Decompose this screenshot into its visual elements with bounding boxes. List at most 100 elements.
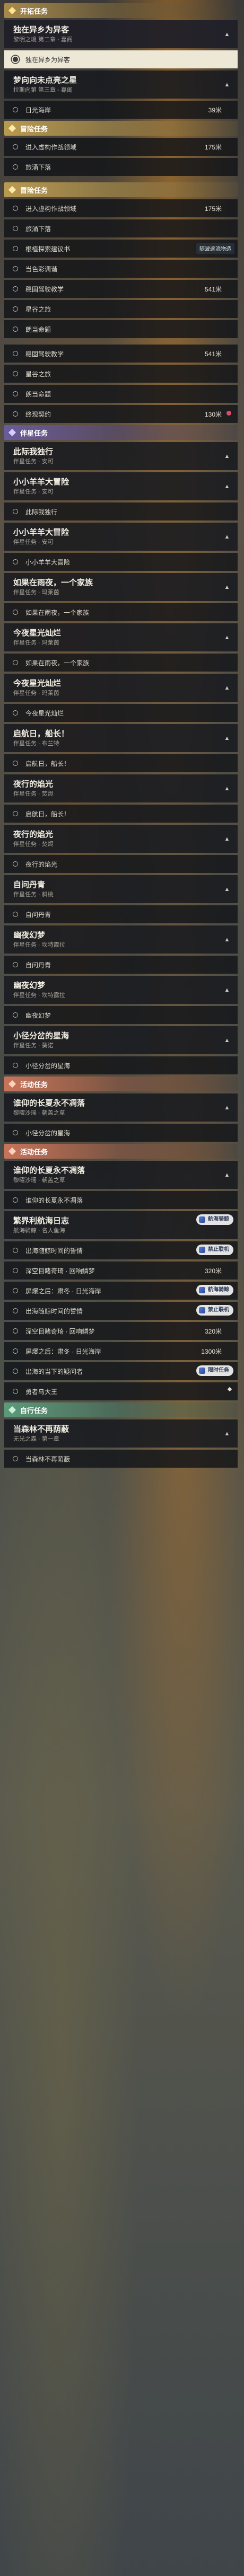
quest-step[interactable]: 幽夜幻梦 xyxy=(4,1006,238,1024)
quest-card[interactable]: 小径分岔的星海 伴星任务 · 葵诺 ▲ xyxy=(4,1026,238,1054)
quest-step[interactable]: 朗当命题 xyxy=(4,320,238,338)
quest-step[interactable]: 旅涌下落 xyxy=(4,158,238,176)
section-title: 冒险任务 xyxy=(20,186,48,195)
quest-step[interactable]: 终现契约 130米 xyxy=(4,405,238,423)
chevron-up-icon[interactable]: ▲ xyxy=(223,986,231,994)
quest-step[interactable]: 稳固驾驶教学 541米 xyxy=(4,345,238,363)
step-label: 出海的当下的疑问者 xyxy=(25,1368,83,1375)
quest-step[interactable]: 小小羊羊大冒险 xyxy=(4,553,238,571)
quest-step[interactable]: 当森林不再荫蔽 xyxy=(4,1450,238,1468)
quest-step[interactable]: 根植探索建议书 随波逐流物造 xyxy=(4,240,238,258)
chevron-up-icon[interactable]: ▲ xyxy=(223,482,231,491)
quest-card[interactable]: 今夜星光灿烂 伴星任务 · 玛莱茵 ▲ xyxy=(4,623,238,651)
quest-card[interactable]: 谁仰的长夏永不凋落 黎曜沙瑶 · 朝盖之草 ▲ xyxy=(4,1093,238,1122)
step-label: 今夜星光灿烂 xyxy=(25,709,64,717)
step-label: 屏爆之后：肃冬 · 日光海岸 xyxy=(25,1287,101,1295)
quest-step[interactable]: 稳固驾驶教学 541米 xyxy=(4,280,238,298)
chevron-up-icon[interactable]: ▲ xyxy=(223,936,231,944)
section-header-sojourn[interactable]: 自行任务 xyxy=(4,1402,238,1417)
quest-subtitle: 伴星任务 · 焚烬 xyxy=(13,791,54,797)
quest-step[interactable]: 独在异乡为异客 xyxy=(4,50,238,68)
quest-step[interactable]: 进入虚构作战领域 175米 xyxy=(4,138,238,156)
quest-step[interactable]: 启航日，船长！ xyxy=(4,754,238,772)
section-header-companion[interactable]: 伴星任务 xyxy=(4,425,238,440)
chevron-up-icon[interactable]: ▲ xyxy=(223,784,231,793)
quest-step[interactable]: 出海的当下的疑问者 限时任务 xyxy=(4,1362,238,1380)
section-header-main[interactable]: 开拓任务 xyxy=(4,3,238,18)
radio-icon xyxy=(13,206,18,211)
quest-step[interactable]: 深空目睹奇琦 · 回响鳞梦 320米 xyxy=(4,1322,238,1340)
quest-card[interactable]: 夜行的焰光 伴星任务 · 焚烬 ▲ xyxy=(4,825,238,853)
quest-step[interactable]: 小径分岔的星海 xyxy=(4,1124,238,1142)
quest-card[interactable]: 梦向向未点亮之星 拉斯向第 第三章 - 嘉阁 ▲ xyxy=(4,70,238,99)
quest-step[interactable]: 启航日，船长！ xyxy=(4,805,238,823)
quest-card[interactable]: 小小羊羊大冒险 伴星任务 · 安可 ▲ xyxy=(4,523,238,551)
chevron-up-icon[interactable]: ▲ xyxy=(223,885,231,894)
quest-card[interactable]: 幽夜幻梦 伴星任务 · 坎特露拉 ▲ xyxy=(4,925,238,954)
section-header-adventure[interactable]: 冒险任务 xyxy=(4,182,238,197)
quest-step[interactable]: 进入虚构作战领域 175米 xyxy=(4,199,238,217)
quest-card[interactable]: 独在异乡为异客 黎明之境 第二章 - 嘉阁 ▲ xyxy=(4,20,238,48)
radio-icon xyxy=(13,1308,18,1313)
chevron-up-icon[interactable]: ▲ xyxy=(223,1430,231,1438)
quest-card[interactable]: 如果在雨夜，一个家族 伴星任务 · 玛莱茵 ▲ xyxy=(4,573,238,601)
quest-step[interactable]: 屏爆之后：肃冬 · 日光海岸 1300米 xyxy=(4,1342,238,1360)
quest-step[interactable]: 出海随鲸时间的誓情 禁止联机 xyxy=(4,1302,238,1320)
chevron-up-icon[interactable]: ▲ xyxy=(223,1104,231,1112)
section-header-event[interactable]: 活动任务 xyxy=(4,1077,238,1091)
chevron-up-icon[interactable]: ▲ xyxy=(223,734,231,743)
chevron-up-icon[interactable]: ▲ xyxy=(223,1171,231,1179)
quest-step[interactable]: 星谷之旅 xyxy=(4,365,238,383)
section-header-event[interactable]: 活动任务 xyxy=(4,1144,238,1159)
step-label: 自问丹青 xyxy=(25,911,51,919)
chevron-up-icon[interactable]: ▲ xyxy=(223,684,231,692)
quest-card[interactable]: 谁仰的长夏永不凋落 黎曜沙瑶 · 朝盖之草 ▲ xyxy=(4,1161,238,1189)
watermark-label: 随波逐流物造 xyxy=(196,243,234,254)
quest-step[interactable]: 自问丹青 xyxy=(4,905,238,923)
quest-step[interactable]: 自问丹青 xyxy=(4,956,238,974)
quest-step[interactable]: 出海随鲸时间的誓情 禁止联机 xyxy=(4,1241,238,1259)
quest-card[interactable]: 当森林不再荫蔽 无光之森 · 第一章 ▲ xyxy=(4,1419,238,1448)
quest-subtitle: 伴星任务 · 玛莱茵 xyxy=(13,690,59,696)
distance: 320米 xyxy=(204,1327,222,1335)
quest-step[interactable]: 此际我独行 xyxy=(4,502,238,521)
section-header-adventure[interactable]: 冒险任务 xyxy=(4,121,238,136)
quest-card[interactable]: 此际我独行 伴星任务 · 安可 ▲ xyxy=(4,442,238,470)
quest-step[interactable]: 夜行的焰光 xyxy=(4,855,238,873)
quest-card[interactable]: 幽夜幻梦 伴星任务 · 坎特露拉 ▲ xyxy=(4,976,238,1004)
chevron-up-icon[interactable]: ▲ xyxy=(223,583,231,592)
quest-step[interactable]: 小径分岔的星海 xyxy=(4,1056,238,1074)
quest-card[interactable]: 夜行的焰光 伴星任务 · 焚烬 ▲ xyxy=(4,774,238,802)
quest-step[interactable]: 旅涌下落 xyxy=(4,219,238,237)
chevron-up-icon[interactable]: ▲ xyxy=(223,81,231,89)
quest-step[interactable]: 屏爆之后：肃冬 · 日光海岸2000米航海骑鲸 xyxy=(4,1282,238,1300)
chevron-up-icon[interactable]: ▲ xyxy=(223,633,231,642)
quest-subtitle: 黎明之境 第二章 - 嘉阁 xyxy=(13,37,73,43)
quest-step[interactable]: 深空目睹奇琦 · 回响鳞梦 320米 xyxy=(4,1261,238,1280)
quest-card[interactable]: 今夜星光灿烂 伴星任务 · 玛莱茵 ▲ xyxy=(4,674,238,702)
quest-step[interactable]: 星谷之旅 xyxy=(4,300,238,318)
quest-step[interactable]: 如果在雨夜，一个家族 xyxy=(4,654,238,672)
quest-card[interactable]: 自问丹青 伴星任务 · 斜桃 ▲ xyxy=(4,875,238,903)
quest-card[interactable]: 繁界利航海日志 航海骑鲸 · 名人鱼海 航海骑鲸 xyxy=(4,1211,238,1239)
diamond-icon xyxy=(8,1406,16,1414)
quest-step[interactable]: 朗当命题 xyxy=(4,385,238,403)
tracking-pin-icon xyxy=(226,411,231,416)
quest-step[interactable]: 谁仰的长夏永不凋落 xyxy=(4,1191,238,1209)
quest-step[interactable]: 如果在雨夜，一个家族 xyxy=(4,603,238,621)
quest-step[interactable]: 当色彩调谐 xyxy=(4,260,238,278)
quest-step[interactable]: 勇者乌大王 xyxy=(4,1382,238,1400)
radio-icon xyxy=(13,509,18,514)
radio-icon xyxy=(13,1268,18,1273)
quest-card[interactable]: 小小羊羊大冒险 伴星任务 · 安可 ▲ xyxy=(4,472,238,500)
quest-step[interactable]: 今夜星光灿烂 xyxy=(4,704,238,722)
chevron-up-icon[interactable]: ▲ xyxy=(223,835,231,843)
quest-card[interactable]: 启航日，船长！ 伴星任务 · 布兰特 ▲ xyxy=(4,724,238,752)
radio-icon xyxy=(13,226,18,231)
chevron-up-icon[interactable]: ▲ xyxy=(223,1036,231,1045)
chevron-up-icon[interactable]: ▲ xyxy=(223,533,231,541)
quest-step[interactable]: 日光海岸 39米 xyxy=(4,101,238,119)
quest-title: 夜行的焰光 xyxy=(13,830,54,839)
chevron-up-icon[interactable]: ▲ xyxy=(223,30,231,39)
chevron-up-icon[interactable]: ▲ xyxy=(223,452,231,461)
